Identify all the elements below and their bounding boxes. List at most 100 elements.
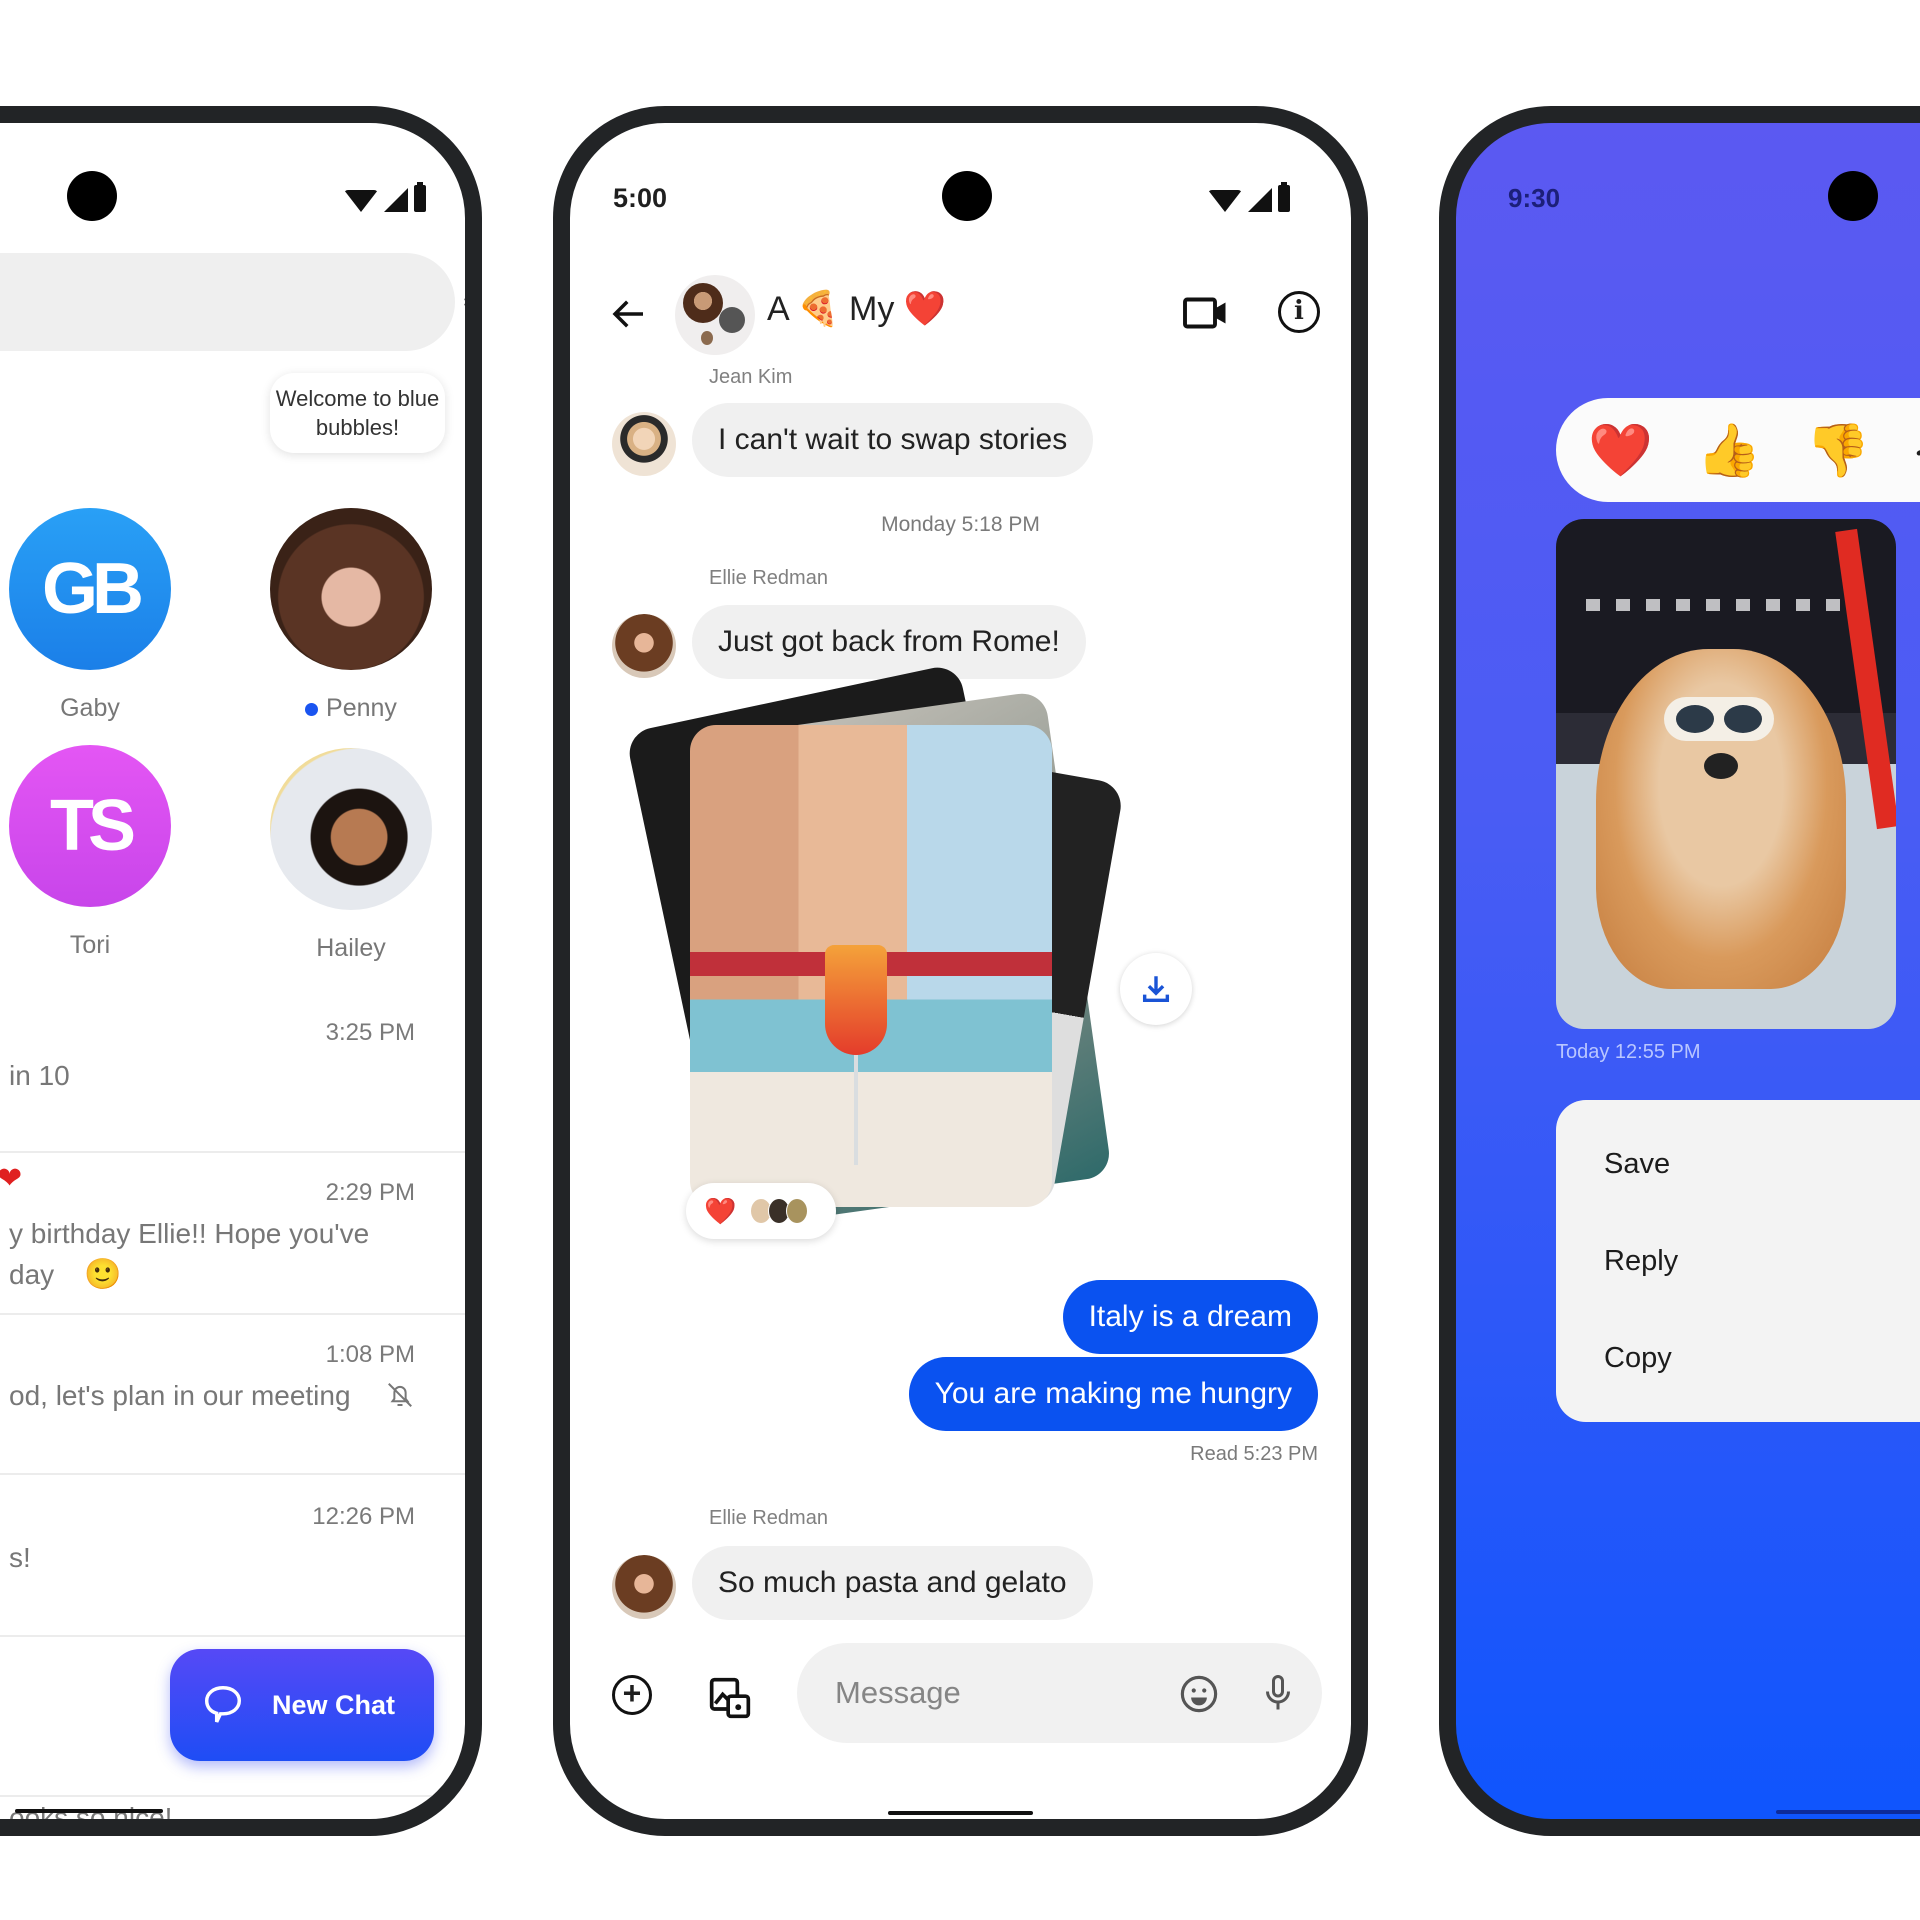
status-time: 9:30	[1508, 183, 1561, 213]
reaction-summary[interactable]: ❤️	[686, 1183, 836, 1239]
new-chat-button[interactable]: New Chat	[170, 1649, 434, 1761]
contact-name: Penny	[270, 694, 432, 723]
outgoing-message[interactable]: You are making me hungry	[908, 1357, 1318, 1431]
drink-glass	[825, 945, 887, 1055]
battery-icon	[414, 182, 426, 212]
sender-name: Jean Kim	[709, 366, 793, 388]
favorite-contact-penny[interactable]: Penny	[270, 508, 432, 723]
home-indicator[interactable]	[1776, 1810, 1920, 1814]
gallery-icon[interactable]	[708, 1675, 752, 1721]
settings-gear-icon[interactable]	[457, 281, 482, 323]
status-icons	[1208, 182, 1290, 212]
chat-bubble-icon	[204, 1686, 242, 1723]
reaction-picker: ❤️ 👍 👎 😂	[1556, 398, 1920, 502]
wifi-icon	[1208, 190, 1242, 212]
conversation-preview: y birthday Ellie!! Hope you've	[9, 1218, 370, 1249]
outgoing-message[interactable]: Italy is a dream	[1062, 1280, 1318, 1354]
welcome-tooltip: Welcome to blue bubbles!	[270, 373, 445, 453]
photo-dog-sunglasses[interactable]	[1556, 519, 1896, 1029]
microphone-icon[interactable]	[1260, 1671, 1296, 1715]
status-time: 5:00	[613, 183, 668, 213]
incoming-message[interactable]: I can't wait to swap stories	[692, 403, 1094, 477]
photo-timestamp: Today 12:55 PM	[1556, 1041, 1701, 1063]
group-title[interactable]: A 🍕 My ❤️	[767, 289, 946, 329]
front-camera	[67, 171, 117, 221]
menu-item-save[interactable]: Save	[1604, 1148, 1670, 1181]
menu-item-reply[interactable]: Reply	[1604, 1245, 1678, 1278]
contact-name: Hailey	[316, 934, 386, 962]
conversation-preview-line2: day 🙂	[9, 1258, 122, 1291]
add-attachment-icon[interactable]: +	[612, 1675, 652, 1715]
info-icon[interactable]: i	[1278, 291, 1320, 333]
conversation-preview: od, let's plan in our meeting	[9, 1380, 351, 1411]
favorite-contact-hailey[interactable]: Hailey	[270, 748, 432, 963]
home-indicator[interactable]	[888, 1811, 1033, 1815]
signal-icon	[384, 188, 408, 212]
tori-monogram-avatar: TS	[9, 745, 171, 907]
conversation-row[interactable]: 12:26 PM s!	[0, 1475, 465, 1637]
contact-name: Gaby	[60, 694, 120, 722]
phone-message-actions: 9:30 ❤️ 👍 👎 😂 Today 12:55 PM Save Reply …	[1439, 106, 1920, 1836]
smile-emoji: 🙂	[84, 1258, 122, 1291]
wifi-icon	[344, 190, 378, 212]
conversation-time: 3:25 PM	[325, 1019, 415, 1046]
reaction-thumbs-up[interactable]: 👍	[1697, 420, 1762, 481]
emoji-icon[interactable]	[1178, 1673, 1220, 1715]
status-icons	[344, 182, 426, 212]
online-indicator	[305, 702, 319, 716]
reaction-laugh[interactable]: 😂	[1914, 420, 1920, 480]
muted-bell-icon	[388, 1383, 412, 1407]
conversation-preview: in 10	[9, 1060, 70, 1091]
home-indicator[interactable]	[15, 1809, 163, 1813]
phone-chat-thread: 5:00 A 🍕 My ❤️ i Jean Kim I can't wait t…	[553, 106, 1368, 1836]
download-button[interactable]	[1120, 953, 1192, 1025]
conversation-row[interactable]: ooks so nice!	[0, 1797, 465, 1833]
conversation-time: 2:29 PM	[325, 1179, 415, 1206]
message-input[interactable]	[797, 1643, 1322, 1743]
conversation-time: 12:26 PM	[312, 1503, 415, 1530]
ellie-redman-avatar[interactable]	[612, 614, 676, 678]
reactor-avatars	[750, 1198, 809, 1224]
conversation-row[interactable]: 3:25 PM in 10	[0, 1003, 465, 1153]
photo-italy-drink[interactable]	[690, 725, 1052, 1207]
download-icon	[1142, 976, 1170, 1003]
incoming-message[interactable]: So much pasta and gelato	[692, 1546, 1093, 1620]
search-bar[interactable]: eper	[0, 253, 465, 351]
sunglasses	[1664, 697, 1774, 741]
video-call-icon[interactable]	[1182, 295, 1230, 331]
incoming-message[interactable]: Just got back from Rome!	[692, 605, 1086, 679]
sender-name: Ellie Redman	[709, 567, 828, 589]
front-camera	[1828, 171, 1878, 221]
conversation-preview: ooks so nice!	[9, 1802, 173, 1833]
heart-emoji: ❤	[0, 1158, 22, 1199]
conversation-row[interactable]: 1:08 PM od, let's plan in our meeting	[0, 1315, 465, 1475]
message-composer: +	[570, 1643, 1351, 1743]
phone-conversation-list: eper GB Gaby Welcome to blue bubbles! Pe…	[0, 106, 482, 1836]
back-arrow-icon[interactable]	[608, 293, 650, 335]
jean-kim-avatar[interactable]	[612, 412, 676, 476]
gaby-monogram-avatar: GB	[9, 508, 171, 670]
sender-name: Ellie Redman	[709, 1507, 828, 1529]
group-avatar[interactable]	[675, 275, 755, 355]
front-camera	[942, 171, 992, 221]
context-menu: Save Reply Copy	[1556, 1100, 1920, 1422]
reaction-thumbs-down[interactable]: 👎	[1806, 420, 1871, 481]
conversation-row[interactable]: ❤ 2:29 PM y birthday Ellie!! Hope you've…	[0, 1153, 465, 1315]
date-separator: Monday 5:18 PM	[881, 513, 1040, 536]
conversation-preview: s!	[9, 1542, 31, 1573]
conversation-time: 1:08 PM	[325, 1341, 415, 1368]
heart-reaction-icon: ❤️	[704, 1195, 737, 1226]
ellie-redman-avatar[interactable]	[612, 1555, 676, 1619]
new-chat-label: New Chat	[272, 1689, 396, 1720]
reaction-heart[interactable]: ❤️	[1588, 420, 1653, 481]
favorite-contact-tori[interactable]: TS Tori	[9, 745, 171, 960]
favorite-contact-gaby[interactable]: GB Gaby	[9, 508, 171, 723]
contact-name: Tori	[69, 931, 111, 959]
penny-photo-avatar	[270, 508, 432, 670]
menu-item-copy[interactable]: Copy	[1604, 1342, 1672, 1375]
hailey-photo-avatar	[270, 748, 432, 910]
photo-stack[interactable]: ❤️	[610, 662, 1130, 1243]
battery-icon	[1278, 182, 1290, 212]
signal-icon	[1248, 188, 1272, 212]
read-receipt: Read 5:23 PM	[1190, 1443, 1318, 1465]
